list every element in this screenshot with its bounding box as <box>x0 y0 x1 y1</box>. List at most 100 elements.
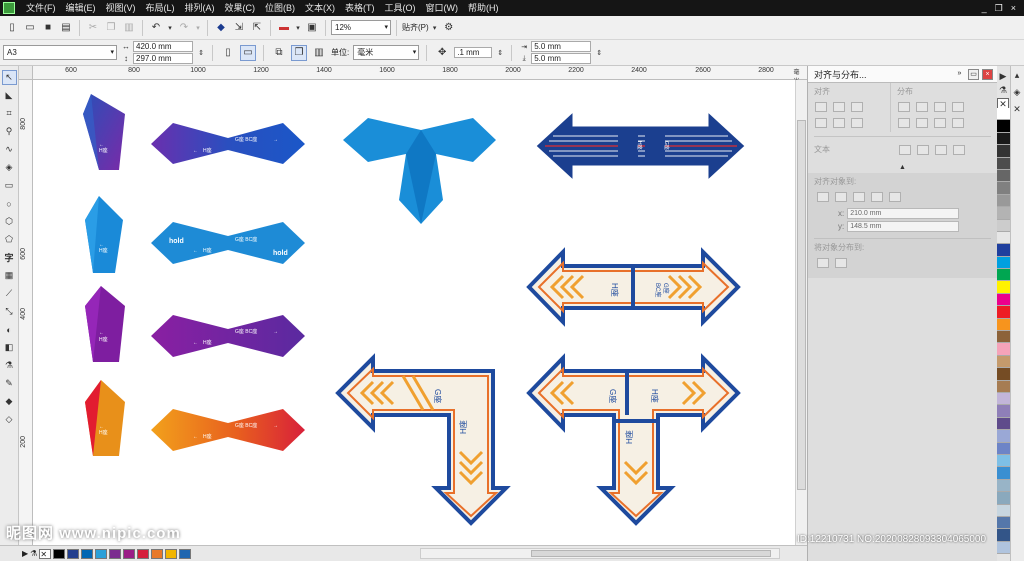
palette-color-swatch[interactable] <box>997 442 1010 455</box>
interactive-fill-icon[interactable]: ◇ <box>2 412 17 427</box>
color-swatch[interactable] <box>109 548 122 559</box>
palette-color-swatch[interactable] <box>997 169 1010 183</box>
palette-color-swatch[interactable] <box>997 182 1010 195</box>
align-right-icon[interactable] <box>851 102 863 112</box>
color-swatch[interactable] <box>53 548 66 559</box>
redo-dropdown-icon[interactable]: ▾ <box>194 20 202 36</box>
palette-color-swatch[interactable] <box>997 331 1010 344</box>
undo-dropdown-icon[interactable]: ▾ <box>166 20 174 36</box>
menu-window[interactable]: 窗口(W) <box>421 0 464 16</box>
distribute-top-icon[interactable] <box>898 118 910 128</box>
palette-color-swatch[interactable] <box>997 145 1010 158</box>
palette-color-swatch[interactable] <box>997 231 1010 245</box>
basic-shapes-icon[interactable]: ⬠ <box>2 232 17 247</box>
distribute-bottom-icon[interactable] <box>934 118 946 128</box>
first-page-icon[interactable]: ▶ <box>22 549 28 558</box>
search-content-icon[interactable]: ◆ <box>213 20 229 36</box>
align-to-page-edge-icon[interactable] <box>835 192 847 202</box>
menu-edit[interactable]: 编辑(E) <box>61 0 101 16</box>
palette-color-swatch[interactable] <box>997 318 1010 332</box>
double-arrow-orange[interactable]: H座 G座 BC座 <box>526 247 741 327</box>
paper-size-combo[interactable]: A3 ▾ <box>3 45 117 60</box>
distribute-center-icon[interactable] <box>916 102 928 112</box>
page-height-field[interactable]: 297.0 mm <box>133 53 193 64</box>
text-tool-icon[interactable]: 字 <box>2 250 17 265</box>
duplicate-x-field[interactable]: 5.0 mm <box>531 41 592 52</box>
palette-color-swatch[interactable] <box>997 194 1010 208</box>
copy-icon[interactable]: ❐ <box>103 20 119 36</box>
menu-table[interactable]: 表格(T) <box>340 0 380 16</box>
palette-color-swatch[interactable] <box>997 244 1010 257</box>
palette-color-swatch[interactable] <box>997 479 1010 493</box>
transparency-tool-icon[interactable]: ◧ <box>2 340 17 355</box>
color-swatch[interactable] <box>137 548 150 559</box>
align-center-h-icon[interactable] <box>833 102 845 112</box>
cut-icon[interactable]: ✂ <box>85 20 101 36</box>
vertical-ruler[interactable]: 800 600 400 200 <box>19 80 33 545</box>
palette-flyout-icon[interactable]: ▶ <box>997 70 1009 82</box>
scroll-thumb[interactable] <box>797 120 806 490</box>
new-document-icon[interactable]: ▯ <box>4 20 20 36</box>
distribute-to-page-icon[interactable] <box>835 258 847 268</box>
welcome-screen-icon[interactable]: ▣ <box>304 20 320 36</box>
gem-red-orange[interactable]: ← H座 <box>85 380 125 456</box>
pick-tool-icon[interactable]: ↖ <box>1 70 17 85</box>
palette-color-swatch[interactable] <box>997 405 1010 418</box>
menu-tools[interactable]: 工具(O) <box>380 0 421 16</box>
palette-color-swatch[interactable] <box>997 355 1010 369</box>
close-button[interactable]: × <box>1011 3 1016 14</box>
palette-color-swatch[interactable] <box>997 392 1010 406</box>
align-top-icon[interactable] <box>815 118 827 128</box>
menu-file[interactable]: 文件(F) <box>21 0 61 16</box>
all-pages-icon[interactable]: ⧉ <box>271 45 287 61</box>
redo-icon[interactable]: ↷ <box>176 20 192 36</box>
menu-view[interactable]: 视图(V) <box>101 0 141 16</box>
align-y-field[interactable]: 148.5 mm <box>847 221 960 232</box>
menu-arrange[interactable]: 排列(A) <box>180 0 220 16</box>
save-icon[interactable]: ■ <box>40 20 56 36</box>
options-icon[interactable]: ⚙ <box>441 20 457 36</box>
palette-color-swatch[interactable] <box>997 380 1010 393</box>
polygon-tool-icon[interactable]: ⬡ <box>2 214 17 229</box>
connector-tool-icon[interactable]: ⤡ <box>2 304 17 319</box>
export-icon[interactable]: ⇱ <box>249 20 265 36</box>
launcher-dropdown-icon[interactable]: ▾ <box>294 20 302 36</box>
palette-color-swatch[interactable] <box>997 219 1010 232</box>
eyedropper-icon[interactable]: ⚗ <box>30 549 37 558</box>
menu-bitmaps[interactable]: 位图(B) <box>260 0 300 16</box>
align-to-grid-icon[interactable] <box>871 192 883 202</box>
minimize-button[interactable]: _ <box>982 3 987 14</box>
page-width-field[interactable]: 420.0 mm <box>133 41 193 52</box>
palette-color-swatch[interactable] <box>997 454 1010 468</box>
crop-tool-icon[interactable]: ⌗ <box>2 106 17 121</box>
palette-color-swatch[interactable] <box>997 492 1010 505</box>
no-fill-swatch[interactable]: ✕ <box>39 548 52 559</box>
nudge-spinner-icon[interactable]: ⇕ <box>496 45 504 61</box>
bleed-icon[interactable]: ▥ <box>311 45 327 61</box>
bowtie-orange-red[interactable]: ← H座 G座 BC座 → <box>151 409 305 451</box>
table-tool-icon[interactable]: ▦ <box>2 268 17 283</box>
ruler-origin[interactable] <box>19 66 33 80</box>
palette-color-swatch[interactable] <box>997 368 1010 381</box>
color-swatch[interactable] <box>151 548 164 559</box>
color-swatch[interactable] <box>81 548 94 559</box>
distribute-spacing-icon[interactable] <box>952 102 964 112</box>
drawing-canvas[interactable]: ← H座 ← H座 ← H座 ← H座 ← H座 G座 BC座 → hold ←… <box>33 80 795 545</box>
units-combo[interactable]: 毫米 ▾ <box>353 45 420 60</box>
print-icon[interactable]: ▤ <box>58 20 74 36</box>
palette-color-swatch[interactable] <box>997 207 1010 220</box>
palette-color-swatch[interactable] <box>997 467 1010 480</box>
gem-blue-purple[interactable]: ← H座 <box>83 94 125 170</box>
palette-color-swatch[interactable] <box>997 269 1010 282</box>
palette-color-swatch[interactable] <box>997 529 1010 542</box>
fill-tool-icon[interactable]: ◆ <box>2 394 17 409</box>
menu-help[interactable]: 帮助(H) <box>463 0 504 16</box>
horizontal-scrollbar[interactable] <box>420 548 780 559</box>
palette-color-swatch[interactable] <box>997 306 1010 319</box>
blend-tool-icon[interactable]: ◐ <box>2 322 17 337</box>
spinner-icon[interactable]: ⇕ <box>197 45 205 61</box>
undo-icon[interactable]: ↶ <box>148 20 164 36</box>
application-launcher-icon[interactable]: ▬ <box>276 20 292 36</box>
freehand-tool-icon[interactable]: ∿ <box>2 142 17 157</box>
distribute-left-icon[interactable] <box>898 102 910 112</box>
